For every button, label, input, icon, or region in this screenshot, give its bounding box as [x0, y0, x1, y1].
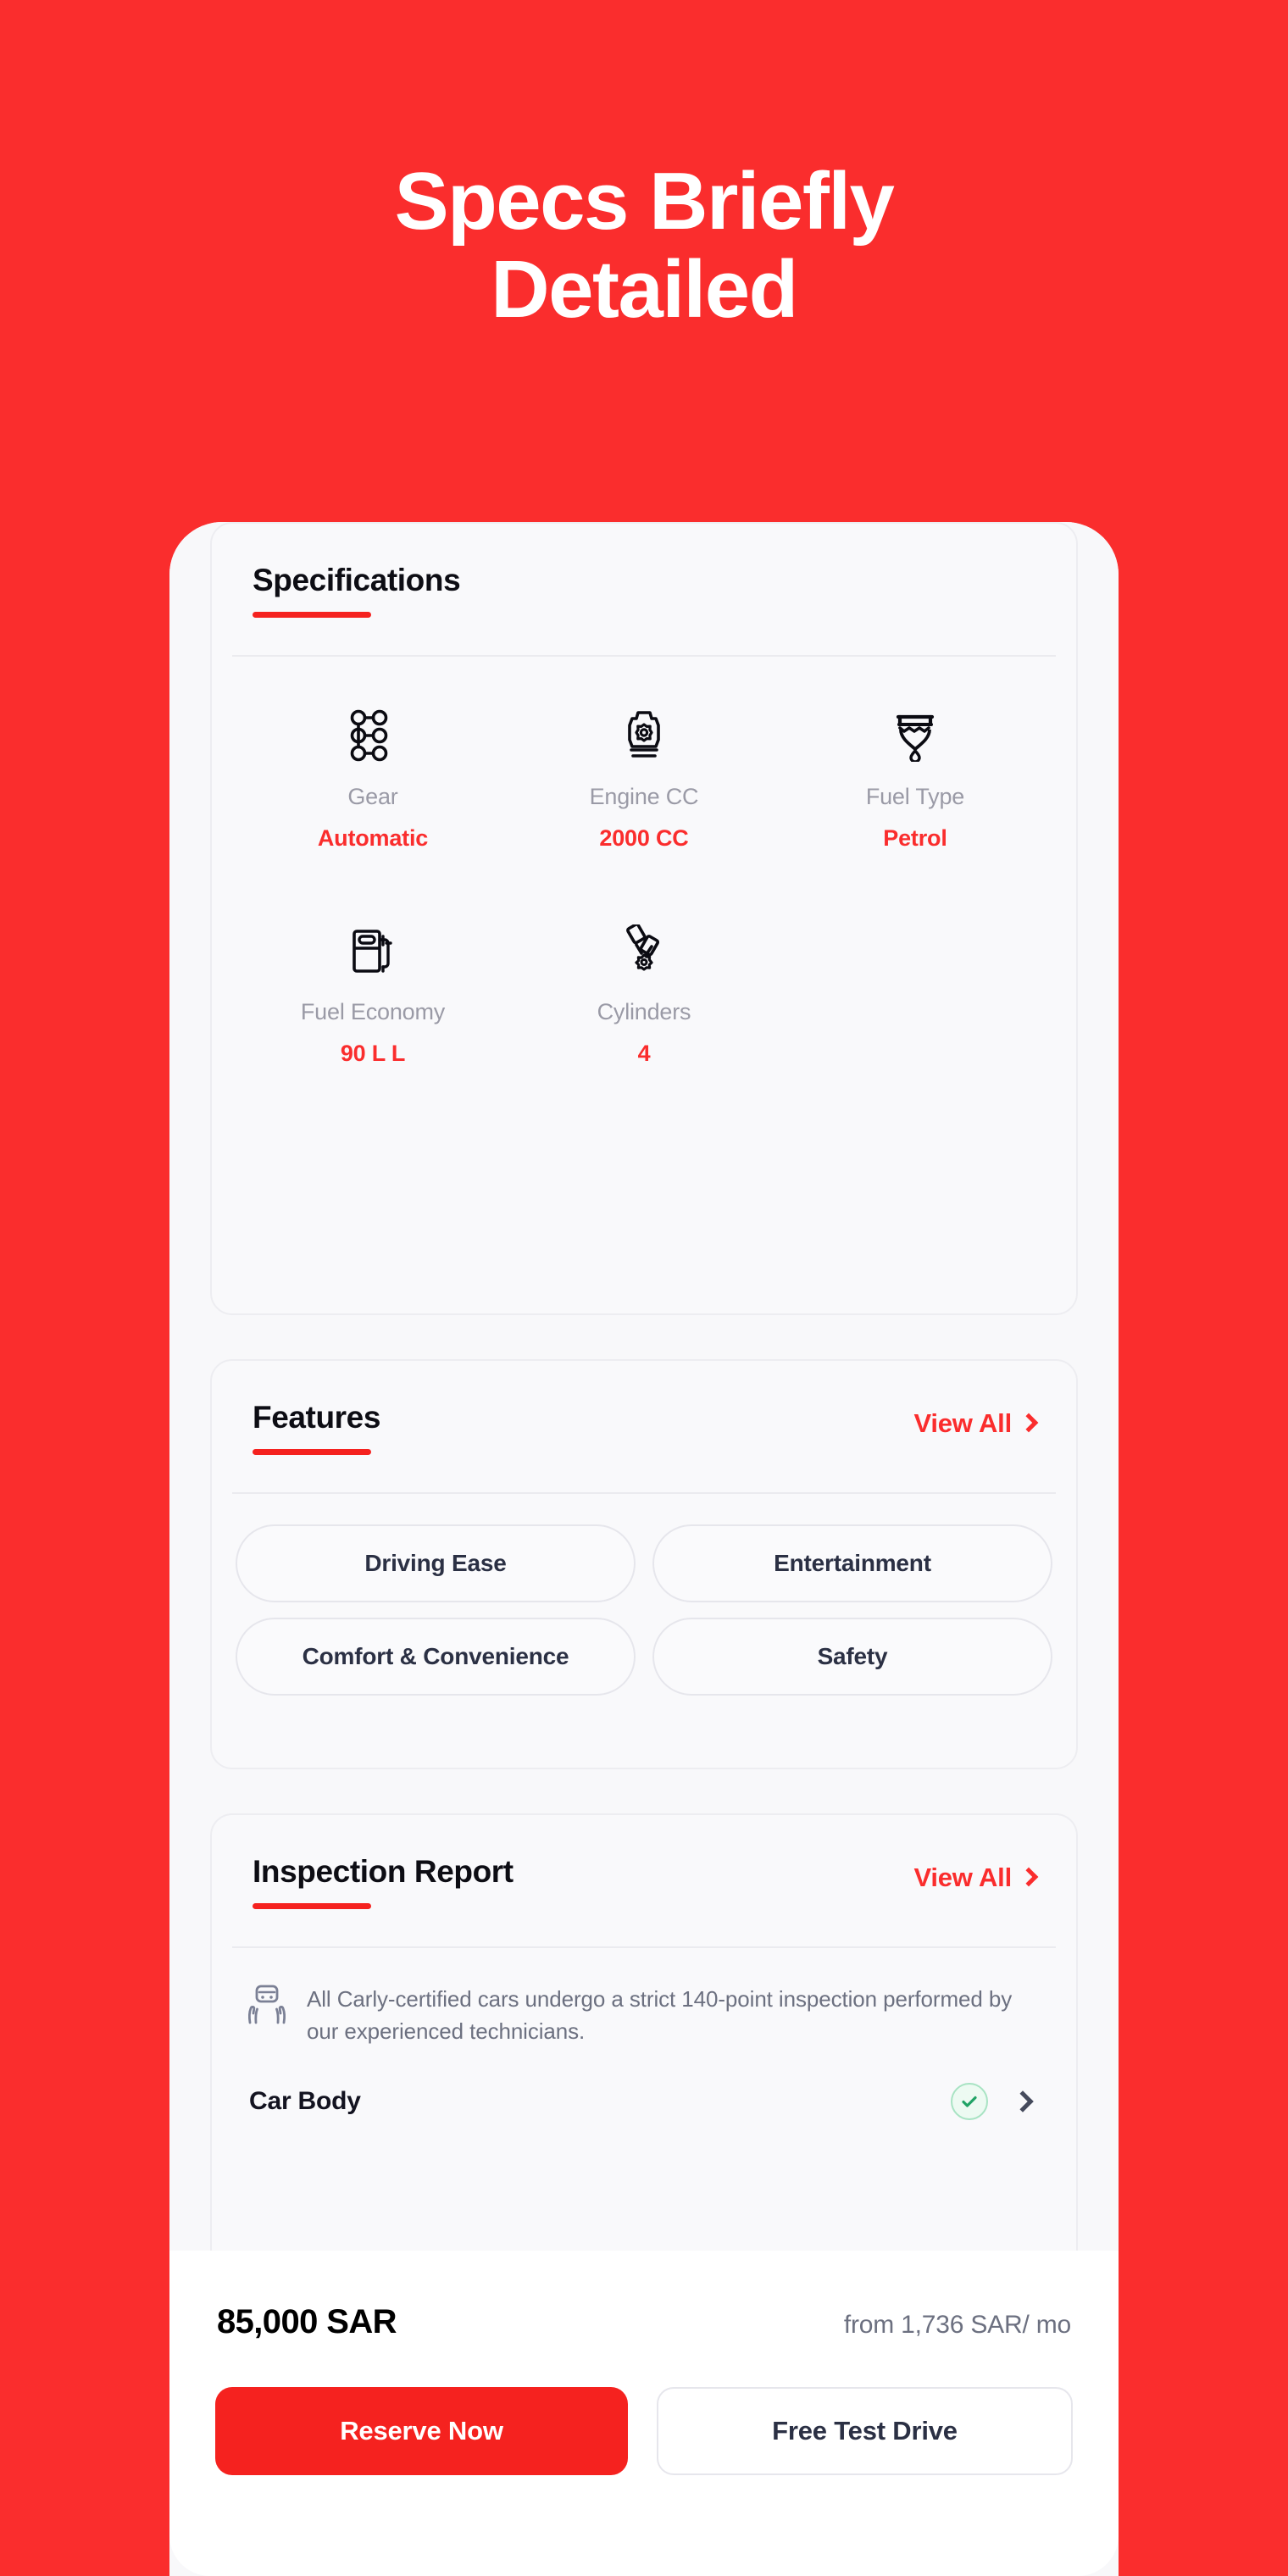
- free-test-drive-label: Free Test Drive: [772, 2416, 958, 2446]
- chip-label: Driving Ease: [364, 1550, 507, 1576]
- spec-label: Gear: [347, 784, 398, 809]
- chevron-right-icon: [1019, 1867, 1039, 1886]
- inspection-header: Inspection Report View All: [212, 1815, 1076, 1909]
- scroll-content: Specifications Gear Automatic Engine CC …: [169, 522, 1119, 2251]
- check-circle-icon: [951, 2083, 988, 2121]
- features-view-all-link[interactable]: View All: [913, 1408, 1039, 1439]
- feature-chip-entertainment[interactable]: Entertainment: [652, 1524, 1052, 1602]
- page-title-line-1: Specs Briefly: [394, 156, 895, 247]
- phone-frame: Specifications Gear Automatic Engine CC …: [169, 522, 1119, 2576]
- action-row: Reserve Now Free Test Drive: [169, 2341, 1119, 2475]
- inspection-report-card: Inspection Report View All All Carly-cer…: [210, 1813, 1078, 2251]
- inspection-view-all-link[interactable]: View All: [913, 1863, 1039, 1893]
- chevron-right-icon: [1019, 1413, 1039, 1432]
- reserve-now-label: Reserve Now: [340, 2416, 503, 2446]
- feature-chip-list: Driving Ease Entertainment Comfort & Con…: [212, 1494, 1076, 1696]
- price-row: 85,000 SAR from 1,736 SAR/ mo: [169, 2251, 1119, 2341]
- specifications-card: Specifications Gear Automatic Engine CC …: [210, 522, 1078, 1315]
- features-title: Features: [253, 1400, 381, 1435]
- page-title: Specs Briefly Detailed: [0, 158, 1288, 333]
- view-all-label: View All: [913, 1408, 1012, 1438]
- chip-label: Entertainment: [774, 1550, 931, 1576]
- price-value: 85,000 SAR: [217, 2303, 397, 2340]
- spec-value: 90 L L: [340, 1041, 406, 1066]
- fuel-pump-icon: [242, 923, 503, 979]
- spec-value: 2000 CC: [599, 825, 689, 851]
- specifications-header: Specifications: [212, 524, 1076, 618]
- specifications-grid: Gear Automatic Engine CC 2000 CC Fuel Ty…: [212, 657, 1076, 1124]
- reserve-now-button[interactable]: Reserve Now: [215, 2387, 628, 2475]
- inspection-row-label: Car Body: [249, 2087, 361, 2116]
- features-header: Features View All: [212, 1361, 1076, 1455]
- spec-label: Engine CC: [589, 784, 699, 809]
- feature-chip-safety[interactable]: Safety: [652, 1618, 1052, 1696]
- bottom-action-bar: 85,000 SAR from 1,736 SAR/ mo Reserve No…: [169, 2251, 1119, 2576]
- chip-label: Safety: [817, 1643, 888, 1669]
- spec-item-gear: Gear Automatic: [237, 694, 508, 909]
- inspection-note-text: All Carly-certified cars undergo a stric…: [307, 1986, 1013, 2044]
- gearbox-icon: [242, 708, 503, 763]
- car-care-hands-icon: [246, 1982, 288, 2030]
- chevron-right-icon: [1012, 2090, 1034, 2113]
- spec-value: Automatic: [317, 825, 429, 851]
- free-test-drive-button[interactable]: Free Test Drive: [657, 2387, 1073, 2475]
- spec-label: Fuel Type: [865, 784, 965, 809]
- spec-value: Petrol: [883, 825, 947, 851]
- spec-value: 4: [637, 1041, 651, 1066]
- chip-label: Comfort & Convenience: [302, 1643, 569, 1669]
- spec-label: Cylinders: [597, 999, 691, 1024]
- title-underline: [253, 1903, 371, 1909]
- feature-chip-driving-ease[interactable]: Driving Ease: [236, 1524, 636, 1602]
- fuel-drop-icon: [785, 708, 1046, 763]
- cylinders-icon: [514, 923, 774, 979]
- financing-value: from 1,736 SAR/ mo: [843, 2311, 1071, 2339]
- inspection-note: All Carly-certified cars undergo a stric…: [212, 1948, 1076, 2047]
- view-all-label: View All: [913, 1863, 1012, 1892]
- spec-label: Fuel Economy: [300, 999, 446, 1024]
- spec-item-fuel-economy: Fuel Economy 90 L L: [237, 909, 508, 1124]
- features-card: Features View All Driving Ease Entertain…: [210, 1359, 1078, 1769]
- spec-item-cylinders: Cylinders 4: [508, 909, 780, 1124]
- spec-item-fuel-type: Fuel Type Petrol: [780, 694, 1051, 909]
- feature-chip-comfort-convenience[interactable]: Comfort & Convenience: [236, 1618, 636, 1696]
- inspection-title: Inspection Report: [253, 1854, 514, 1889]
- title-underline: [253, 1449, 371, 1455]
- page-title-line-2: Detailed: [491, 243, 798, 335]
- specifications-title: Specifications: [253, 563, 461, 597]
- title-underline: [253, 612, 371, 618]
- inspection-row-car-body[interactable]: Car Body: [212, 2047, 1076, 2121]
- spec-item-engine-cc: Engine CC 2000 CC: [508, 694, 780, 909]
- engine-icon: [514, 708, 774, 763]
